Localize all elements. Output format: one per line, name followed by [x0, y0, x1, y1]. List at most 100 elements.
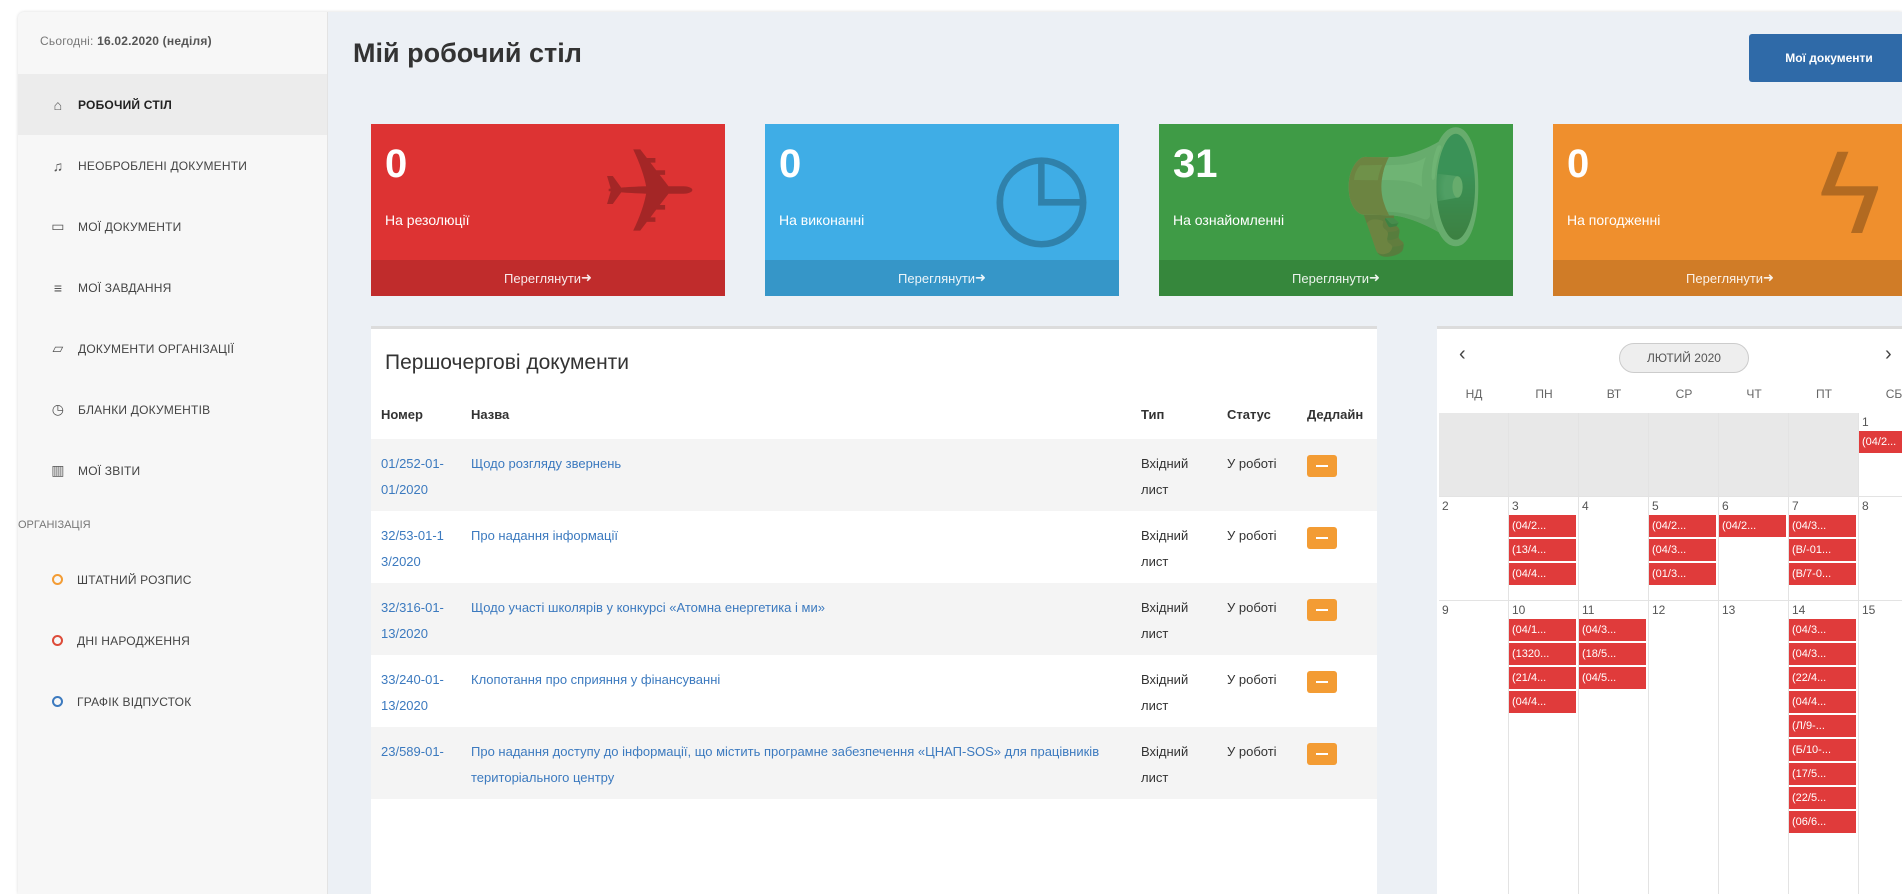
- calendar-event[interactable]: (04/3...: [1789, 515, 1856, 537]
- calendar-event[interactable]: (17/5...: [1789, 763, 1856, 785]
- calendar-event[interactable]: (04/5...: [1579, 667, 1646, 689]
- calendar-header: ‹ ЛЮТИЙ 2020 ›: [1437, 329, 1902, 381]
- sidebar-org-item-0[interactable]: Штатний розпис: [18, 549, 327, 610]
- table-row[interactable]: 32/316-01-13/2020 Щодо участі школярів у …: [371, 583, 1377, 655]
- sidebar-org-item-2[interactable]: Графік відпусток: [18, 671, 327, 732]
- calendar-day[interactable]: [1719, 413, 1789, 497]
- view-link[interactable]: Переглянути ➜: [1553, 260, 1902, 296]
- sidebar-item-3[interactable]: ≡ Мої завдання: [18, 257, 327, 318]
- weekday-label: СБ: [1885, 387, 1902, 401]
- sidebar-item-label: Графік відпусток: [77, 694, 192, 709]
- calendar-event[interactable]: (01/3...: [1649, 563, 1716, 585]
- deadline-minus-icon: [1307, 743, 1337, 765]
- bullhorn-icon: 📢: [1340, 127, 1487, 259]
- calendar-event[interactable]: (04/3...: [1789, 619, 1856, 641]
- calendar-day[interactable]: 10 (04/1... (1320... (21/4... (04/4...: [1509, 601, 1579, 894]
- calendar-event[interactable]: (22/4...: [1789, 667, 1856, 689]
- calendar-event[interactable]: (04/4...: [1509, 563, 1576, 585]
- document-title-link[interactable]: Щодо участі школярів у конкурсі «Атомна …: [461, 583, 1131, 655]
- calendar-event[interactable]: (04/4...: [1509, 691, 1576, 713]
- tasks-icon: ≡: [53, 279, 63, 296]
- calendar-day[interactable]: 12: [1649, 601, 1719, 894]
- document-number-link[interactable]: 32/316-01-13/2020: [371, 583, 461, 655]
- calendar-day[interactable]: [1789, 413, 1859, 497]
- calendar-day[interactable]: 8: [1859, 497, 1902, 601]
- calendar-day[interactable]: 1 (04/2...: [1859, 413, 1902, 497]
- main-content: Мій робочий стіл Мої документи ✈ 0 На резо…: [329, 12, 1902, 894]
- table-row[interactable]: 01/252-01-01/2020 Щодо розгляду звернень В…: [371, 439, 1377, 511]
- document-status: У роботі: [1227, 528, 1277, 543]
- view-link[interactable]: Переглянути ➜: [1159, 260, 1513, 296]
- deadline-minus-icon: [1307, 671, 1337, 693]
- arrow-circle-right-icon: ➜: [581, 270, 592, 285]
- calendar-event[interactable]: (В/-01...: [1789, 539, 1856, 561]
- day-number: 1: [1862, 415, 1869, 429]
- sidebar-item-5[interactable]: ◷ Бланки документів: [18, 379, 327, 440]
- stat-box-0: ✈ 0 На резолюції Переглянути ➜: [371, 124, 725, 296]
- table-row[interactable]: 33/240-01-13/2020 Клопотання про сприяння…: [371, 655, 1377, 727]
- table-row[interactable]: 32/53-01-13/2020 Про надання інформації Вх…: [371, 511, 1377, 583]
- sidebar-item-0[interactable]: ⌂ Робочий стіл: [18, 74, 327, 135]
- stat-label: На погодженні: [1567, 212, 1661, 228]
- circle-icon: [52, 635, 63, 646]
- calendar-event[interactable]: (18/5...: [1579, 643, 1646, 665]
- calendar-day[interactable]: 14 (04/3... (04/3... (22/4... (04/4... (Л/9-.…: [1789, 601, 1859, 894]
- document-title-link[interactable]: Щодо розгляду звернень: [461, 439, 1131, 511]
- document-deadline: [1297, 655, 1377, 727]
- calendar-event[interactable]: (06/6...: [1789, 811, 1856, 833]
- document-title-link[interactable]: Клопотання про сприяння у фінансуванні: [461, 655, 1131, 727]
- table-row[interactable]: 23/589-01- Про надання доступу до інформа…: [371, 727, 1377, 799]
- sidebar-org-item-1[interactable]: Дні народження: [18, 610, 327, 671]
- calendar-event[interactable]: (04/2...: [1509, 515, 1576, 537]
- calendar-day[interactable]: 11 (04/3... (18/5... (04/5...: [1579, 601, 1649, 894]
- document-title-link[interactable]: Про надання доступу до інформації, що мі…: [461, 727, 1131, 799]
- calendar-day[interactable]: 5 (04/2... (04/3... (01/3...: [1649, 497, 1719, 601]
- calendar-event[interactable]: (21/4...: [1509, 667, 1576, 689]
- calendar-day[interactable]: 2: [1439, 497, 1509, 601]
- calendar-event[interactable]: (04/3...: [1649, 539, 1716, 561]
- calendar-day[interactable]: [1509, 413, 1579, 497]
- calendar-event[interactable]: (04/2...: [1719, 515, 1786, 537]
- calendar-event[interactable]: (04/1...: [1509, 619, 1576, 641]
- calendar-event[interactable]: (04/2...: [1649, 515, 1716, 537]
- view-link[interactable]: Переглянути ➜: [371, 260, 725, 296]
- calendar-event[interactable]: (22/5...: [1789, 787, 1856, 809]
- stat-value: 0: [1567, 142, 1590, 186]
- calendar-day[interactable]: 4: [1579, 497, 1649, 601]
- calendar-event[interactable]: (Б/10-...: [1789, 739, 1856, 761]
- calendar-day[interactable]: 15: [1859, 601, 1902, 894]
- calendar-day[interactable]: [1649, 413, 1719, 497]
- calendar-next-icon[interactable]: ›: [1885, 343, 1892, 366]
- calendar-day[interactable]: 7 (04/3... (В/-01... (В/7-0...: [1789, 497, 1859, 601]
- calendar-day[interactable]: [1439, 413, 1509, 497]
- document-number-link[interactable]: 01/252-01-01/2020: [371, 439, 461, 511]
- document-number-link[interactable]: 33/240-01-13/2020: [371, 655, 461, 727]
- calendar-event[interactable]: (04/3...: [1789, 643, 1856, 665]
- calendar-event[interactable]: (04/4...: [1789, 691, 1856, 713]
- calendar-day[interactable]: 3 (04/2... (13/4... (04/4...: [1509, 497, 1579, 601]
- document-deadline: [1297, 727, 1377, 799]
- calendar-event[interactable]: (1320...: [1509, 643, 1576, 665]
- view-link[interactable]: Переглянути ➜: [765, 260, 1119, 296]
- calendar-prev-icon[interactable]: ‹: [1459, 343, 1466, 366]
- document-number-link[interactable]: 32/53-01-13/2020: [371, 511, 461, 583]
- calendar-event[interactable]: (13/4...: [1509, 539, 1576, 561]
- calendar-day[interactable]: 9: [1439, 601, 1509, 894]
- sidebar-item-6[interactable]: ▥ Мої звіти: [18, 440, 327, 501]
- calendar-event[interactable]: (В/7-0...: [1789, 563, 1856, 585]
- sidebar-item-4[interactable]: ▱ Документи організації: [18, 318, 327, 379]
- calendar-day[interactable]: 6 (04/2...: [1719, 497, 1789, 601]
- calendar-event[interactable]: (04/2...: [1859, 431, 1902, 453]
- calendar-month-label[interactable]: ЛЮТИЙ 2020: [1619, 343, 1749, 373]
- document-number-link[interactable]: 23/589-01-: [371, 727, 461, 799]
- my-documents-button[interactable]: Мої документи: [1749, 34, 1902, 82]
- sidebar-item-2[interactable]: ▭ Мої документи: [18, 196, 327, 257]
- paper-plane-icon: ✈: [600, 127, 699, 259]
- document-type: Вхідний лист: [1131, 583, 1217, 655]
- calendar-event[interactable]: (Л/9-...: [1789, 715, 1856, 737]
- document-title-link[interactable]: Про надання інформації: [461, 511, 1131, 583]
- calendar-event[interactable]: (04/3...: [1579, 619, 1646, 641]
- calendar-day[interactable]: 13: [1719, 601, 1789, 894]
- sidebar-item-1[interactable]: ♫ Необроблені документи: [18, 135, 327, 196]
- calendar-day[interactable]: [1579, 413, 1649, 497]
